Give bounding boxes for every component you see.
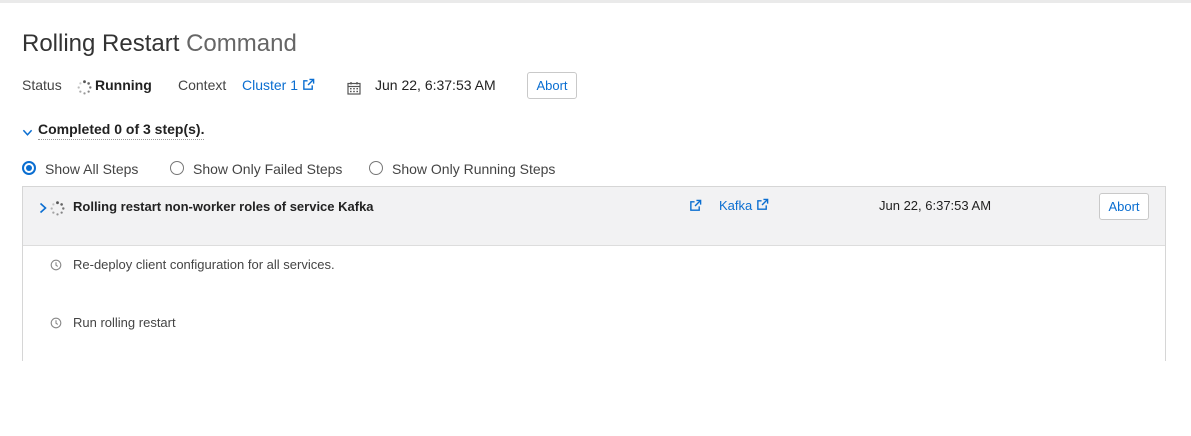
filter-show-only-failed-steps[interactable]: Show Only Failed Steps xyxy=(170,158,350,180)
spinner-icon xyxy=(77,77,92,103)
progress-toggle[interactable]: Completed 0 of 3 step(s). xyxy=(22,120,322,140)
context-link-label: Cluster 1 xyxy=(242,77,299,93)
substep-label: Run rolling restart xyxy=(73,315,176,330)
radio-unchecked xyxy=(170,161,184,175)
external-link-icon xyxy=(756,198,769,214)
context-link[interactable]: Cluster 1 xyxy=(242,72,315,99)
external-link-icon xyxy=(302,78,315,94)
step-name: Rolling restart non-worker roles of serv… xyxy=(73,199,374,214)
clock-icon xyxy=(50,259,62,274)
service-link[interactable]: Kafka xyxy=(719,198,769,215)
clock-icon xyxy=(50,317,62,332)
top-border xyxy=(0,0,1191,3)
title-secondary: Command xyxy=(186,30,297,57)
calendar-icon xyxy=(347,77,361,103)
abort-button[interactable]: Abort xyxy=(527,72,577,99)
filter-label: Show Only Running Steps xyxy=(392,161,556,177)
chevron-down-icon xyxy=(22,125,33,141)
service-link-label: Kafka xyxy=(719,198,753,213)
steps-list: Rolling restart non-worker roles of serv… xyxy=(22,186,1166,362)
filter-label: Show Only Failed Steps xyxy=(193,161,343,177)
substep-row: Re-deploy client configuration for all s… xyxy=(23,246,1165,305)
substep-row: Run rolling restart xyxy=(23,304,1165,362)
status-label: Status xyxy=(22,77,62,93)
spinner-icon xyxy=(50,201,65,219)
context-label: Context xyxy=(178,77,227,93)
step-filters: Show All Steps Show Only Failed Steps Sh… xyxy=(22,158,722,180)
external-link-icon[interactable] xyxy=(689,199,702,215)
filter-show-only-running-steps[interactable]: Show Only Running Steps xyxy=(369,158,569,180)
radio-checked xyxy=(22,161,36,175)
status-value: Running xyxy=(95,77,152,93)
step-row: Rolling restart non-worker roles of serv… xyxy=(23,187,1165,246)
filter-show-all-steps[interactable]: Show All Steps xyxy=(22,158,152,180)
chevron-right-icon[interactable] xyxy=(38,202,48,217)
step-time: Jun 22, 6:37:53 AM xyxy=(879,198,992,213)
radio-unchecked xyxy=(369,161,383,175)
filter-label: Show All Steps xyxy=(45,161,139,177)
progress-label: Completed 0 of 3 step(s). xyxy=(38,120,205,140)
command-date: Jun 22, 6:37:53 AM xyxy=(375,77,496,93)
substep-label: Re-deploy client configuration for all s… xyxy=(73,257,335,272)
page-title: Rolling Restart Command xyxy=(22,30,297,58)
step-abort-button[interactable]: Abort xyxy=(1099,193,1149,220)
command-meta: Status Running Context Cluster 1 Jun 22,… xyxy=(22,72,1167,99)
title-primary: Rolling Restart xyxy=(22,30,180,57)
